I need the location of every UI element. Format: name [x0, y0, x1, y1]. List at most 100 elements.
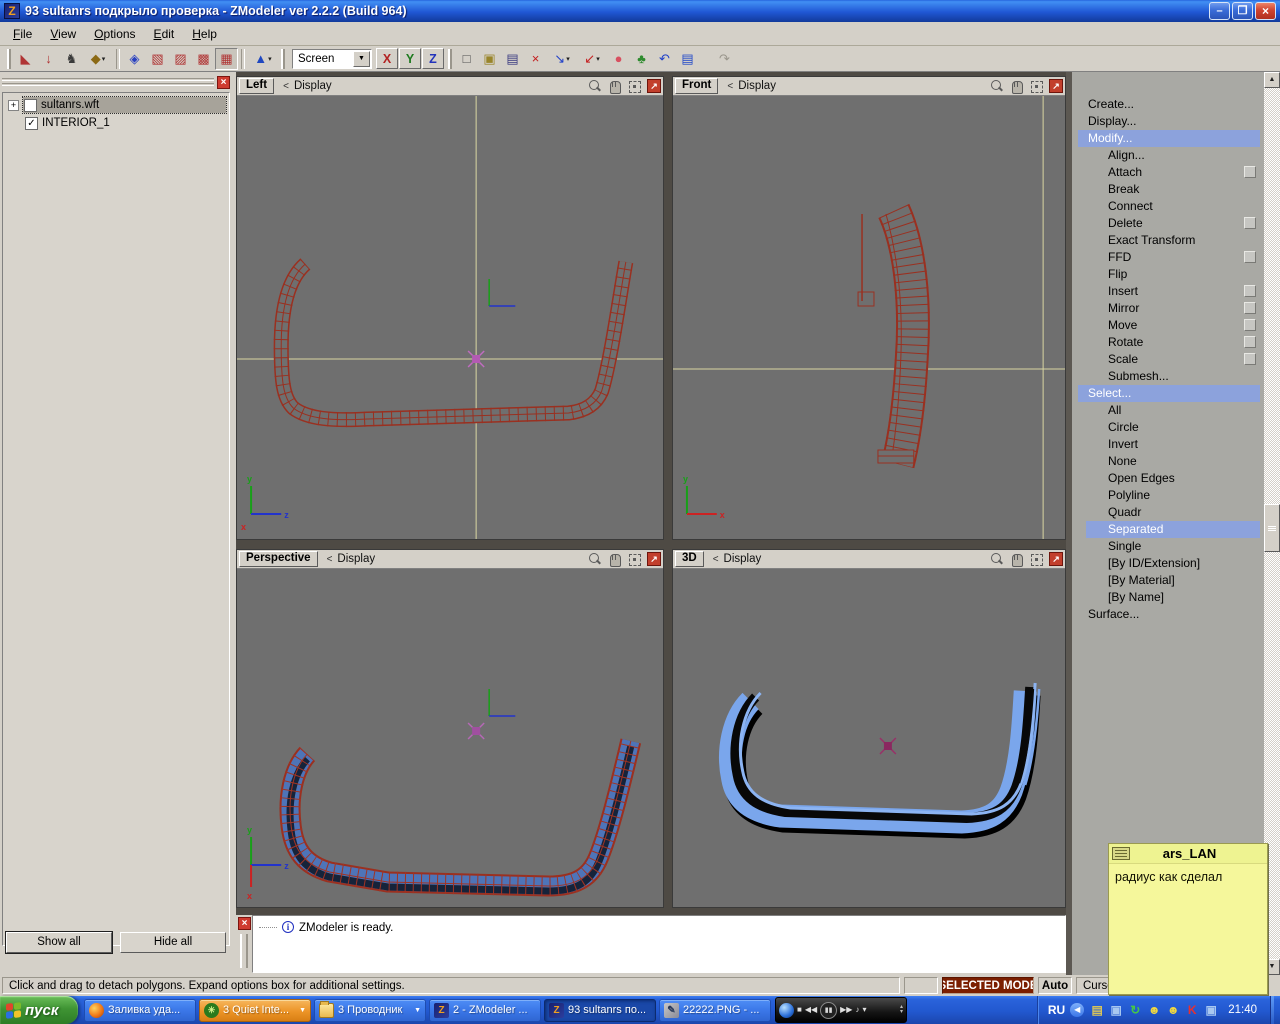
expand-icon[interactable]: + — [8, 100, 19, 111]
pan-icon[interactable] — [607, 79, 622, 94]
chevron-down-icon[interactable]: ▾ — [596, 55, 600, 63]
axis-z-button[interactable]: Z ▾ — [422, 48, 444, 69]
start-button[interactable]: пуск — [0, 996, 78, 1024]
viewport-canvas[interactable] — [673, 569, 1065, 907]
scrollbar-thumb[interactable] — [1264, 504, 1280, 552]
display-menu-label[interactable]: Display — [337, 553, 582, 565]
viewport-canvas[interactable]: y x — [673, 96, 1065, 539]
show-all-button[interactable]: Show all — [6, 932, 112, 953]
edit-box-3-icon[interactable]: ▩ ▾ — [192, 48, 215, 70]
viewport-name-button[interactable]: Front — [675, 78, 718, 94]
tree-row-child[interactable]: ✓ INTERIOR_1 — [3, 114, 229, 132]
chevron-down-icon[interactable]: ▾ — [102, 55, 106, 63]
chevron-down-icon[interactable]: ▼ — [414, 1007, 421, 1014]
toolbar-grip[interactable] — [281, 49, 285, 69]
task-explorer-group[interactable]: 3 Проводник ▼ — [314, 999, 426, 1022]
axes-mode-combo[interactable]: Screen ▼ — [292, 49, 372, 69]
cmd-select-none[interactable]: None — [1086, 453, 1260, 470]
volume-button[interactable]: ♪ — [855, 1006, 859, 1014]
command-checkbox[interactable] — [1244, 302, 1256, 314]
carry-tool-icon[interactable]: ◆ ▾ — [83, 48, 113, 70]
antivirus-tray-icon[interactable]: K — [1184, 1002, 1200, 1018]
pan-icon[interactable] — [607, 552, 622, 567]
undo-icon[interactable]: ↶ ▾ — [653, 48, 676, 70]
log-grip[interactable] — [240, 934, 248, 968]
command-checkbox[interactable] — [1244, 319, 1256, 331]
cmd-select-single[interactable]: Single — [1086, 538, 1260, 555]
toolbar-grip[interactable] — [448, 49, 452, 69]
display-tray-icon[interactable]: ▣ — [1203, 1002, 1219, 1018]
cmd-select-circle[interactable]: Circle — [1086, 419, 1260, 436]
cmd-submesh[interactable]: Submesh... — [1086, 368, 1260, 385]
cmd-select-by-id[interactable]: [By ID/Extension] — [1086, 555, 1260, 572]
figure-tool-icon[interactable]: ♞ ▾ — [60, 48, 83, 70]
display-menu-chevron[interactable]: < — [327, 554, 333, 565]
import-icon[interactable]: ↙ ▾ — [577, 48, 607, 70]
pause-button[interactable]: ▮▮ — [820, 1002, 837, 1019]
cmd-select[interactable]: Select... — [1078, 385, 1260, 402]
save-file-icon[interactable]: ▤ ▾ — [501, 48, 524, 70]
command-panel-scrollbar[interactable]: ▲ ▼ — [1264, 72, 1280, 975]
maximize-viewport-icon[interactable]: ↗ — [1049, 552, 1063, 566]
File[interactable]: File — [4, 23, 41, 45]
cmd-scale[interactable]: Scale — [1086, 351, 1260, 368]
cmd-connect[interactable]: Connect — [1086, 198, 1260, 215]
vertices-tool-icon[interactable]: ◈ ▾ — [123, 48, 146, 70]
minimize-button[interactable]: – — [1209, 2, 1230, 20]
close-log-icon[interactable]: × — [238, 917, 251, 930]
cmd-select-by-name[interactable]: [By Name] — [1086, 589, 1260, 606]
cmd-align[interactable]: Align... — [1086, 147, 1260, 164]
zoom-icon[interactable] — [989, 79, 1004, 94]
Edit[interactable]: Edit — [145, 23, 184, 45]
previous-button[interactable]: ◀◀ — [805, 1006, 817, 1014]
log-view-icon[interactable]: ▤ ▾ — [676, 48, 699, 70]
clock[interactable]: 21:40 — [1228, 1004, 1257, 1016]
messenger2-tray-icon[interactable]: ☻ — [1165, 1002, 1181, 1018]
network-tray-icon[interactable]: ▣ — [1108, 1002, 1124, 1018]
sticky-note[interactable]: ars_LAN радиус как сделал — [1108, 843, 1268, 995]
chevron-down-icon[interactable]: ▼ — [299, 1007, 306, 1014]
axis-y-button[interactable]: Y ▾ — [399, 48, 421, 69]
cmd-surface[interactable]: Surface... — [1078, 606, 1260, 623]
edit-box-4-icon[interactable]: ▦ ▾ — [215, 48, 238, 70]
visibility-checkbox[interactable] — [24, 99, 37, 112]
close-button[interactable]: × — [1255, 2, 1276, 20]
display-menu-chevron[interactable]: < — [283, 81, 289, 92]
zoom-icon[interactable] — [587, 79, 602, 94]
cmd-modify[interactable]: Modify... — [1078, 130, 1260, 147]
cmd-flip[interactable]: Flip — [1086, 266, 1260, 283]
wmp-logo-icon[interactable] — [779, 1003, 794, 1018]
cone-tool-icon[interactable]: ▲ ▾ — [248, 48, 278, 70]
band-spinner[interactable]: ▴▾ — [900, 1005, 903, 1015]
cmd-mirror[interactable]: Mirror — [1086, 300, 1260, 317]
toolbar-button[interactable]: ▾ — [116, 49, 120, 69]
chevron-down-icon[interactable]: ▾ — [862, 1006, 866, 1014]
cmd-select-separated[interactable]: Separated — [1086, 521, 1260, 538]
task-zmodeler-2[interactable]: 2 - ZModeler ... ▼ — [429, 999, 541, 1022]
task-qip-group[interactable]: 3 Quiet Inte... ▼ — [199, 999, 311, 1022]
Help[interactable]: Help — [183, 23, 226, 45]
cmd-select-open-edges[interactable]: Open Edges — [1086, 470, 1260, 487]
cmd-insert[interactable]: Insert — [1086, 283, 1260, 300]
task-image-22222[interactable]: 22222.PNG - ... ▼ — [659, 999, 771, 1022]
zoom-extents-icon[interactable] — [627, 79, 642, 94]
display-menu-label[interactable]: Display — [724, 553, 984, 565]
View[interactable]: View — [41, 23, 85, 45]
cmd-select-quadr[interactable]: Quadr — [1086, 504, 1260, 521]
maximize-viewport-icon[interactable]: ↗ — [647, 79, 661, 93]
open-file-icon[interactable]: ▣ ▾ — [478, 48, 501, 70]
command-checkbox[interactable] — [1244, 285, 1256, 297]
note-body[interactable]: радиус как сделал — [1109, 864, 1267, 890]
chevron-down-icon[interactable]: ▾ — [268, 55, 272, 63]
axis-x-button[interactable]: X ▾ — [376, 48, 398, 69]
stop-button[interactable]: ■ — [797, 1006, 802, 1014]
new-file-icon[interactable]: □ ▾ — [455, 48, 478, 70]
cmd-select-polyline[interactable]: Polyline — [1086, 487, 1260, 504]
cmd-select-all[interactable]: All — [1086, 402, 1260, 419]
Options[interactable]: Options — [85, 23, 144, 45]
command-checkbox[interactable] — [1244, 336, 1256, 348]
viewport-name-button[interactable]: 3D — [675, 551, 704, 567]
edit-box-2-icon[interactable]: ▨ ▾ — [169, 48, 192, 70]
command-checkbox[interactable] — [1244, 353, 1256, 365]
hide-all-button[interactable]: Hide all — [120, 932, 226, 953]
